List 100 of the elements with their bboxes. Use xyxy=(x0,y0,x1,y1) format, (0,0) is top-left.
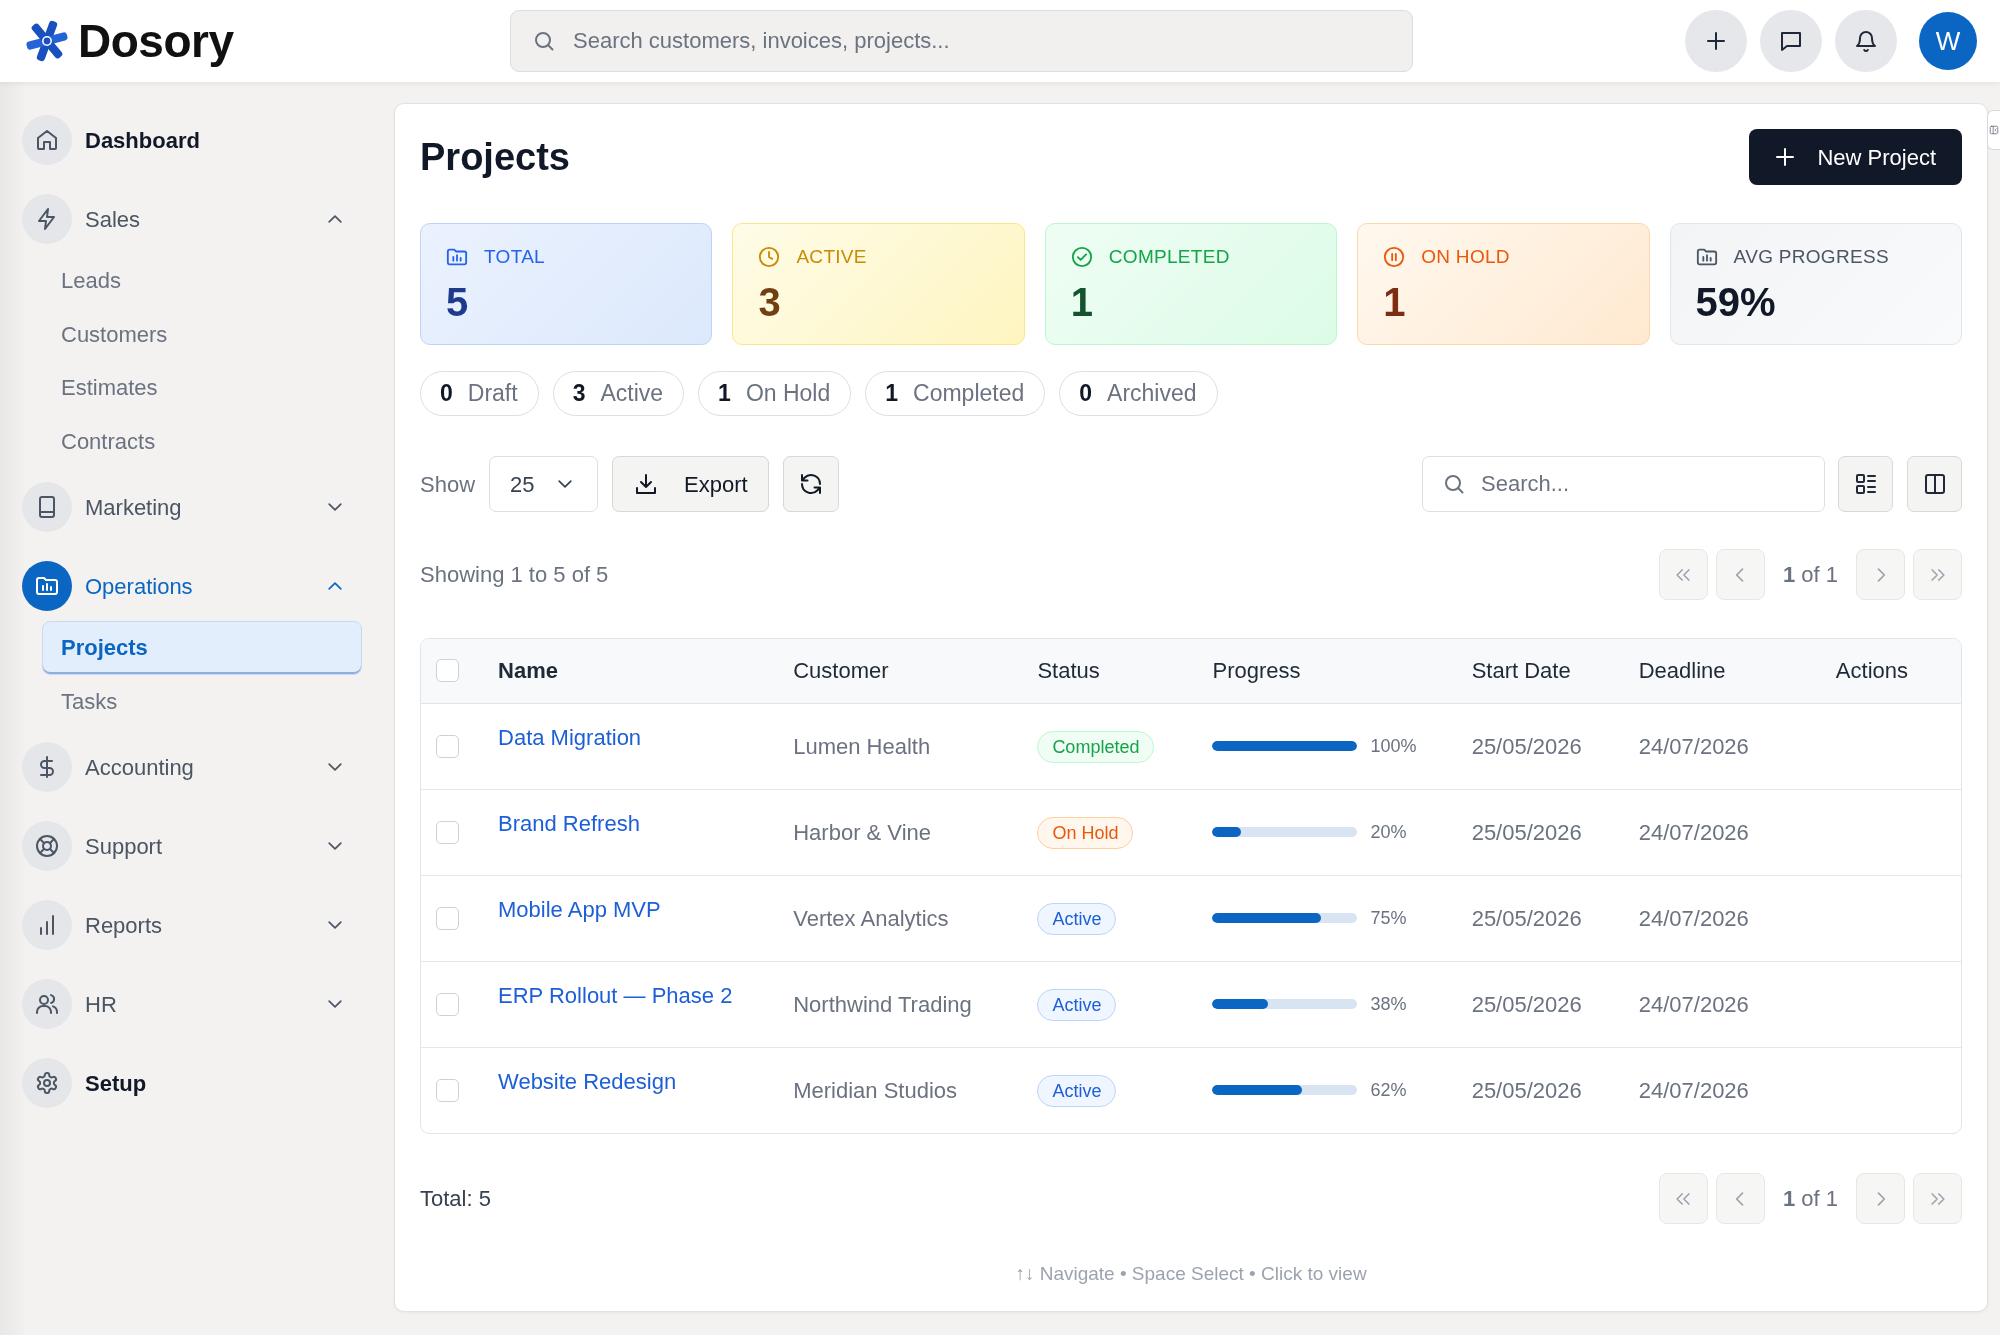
sidebar-subitem[interactable]: Contracts xyxy=(42,414,362,468)
column-header[interactable]: Deadline xyxy=(1623,639,1821,703)
search-icon xyxy=(1442,472,1466,496)
sidebar-item[interactable]: Support xyxy=(22,815,350,877)
table-cell: 24/07/2026 xyxy=(1623,961,1821,1047)
stat-label: AVG PROGRESS xyxy=(1733,246,1889,268)
sidebar-item[interactable]: Setup xyxy=(22,1052,350,1114)
table-cell: 24/07/2026 xyxy=(1623,789,1821,875)
column-header[interactable]: Start Date xyxy=(1456,639,1624,703)
sidebar-item[interactable]: Operations xyxy=(22,555,350,617)
stat-label: ON HOLD xyxy=(1421,246,1510,268)
chat-icon xyxy=(1779,29,1803,53)
sidebar-subitem[interactable]: Tasks xyxy=(42,674,362,728)
stat-label: COMPLETED xyxy=(1108,246,1230,268)
search-icon xyxy=(532,29,556,53)
progress-value: 20% xyxy=(1370,820,1407,844)
table-cell: 24/07/2026 xyxy=(1623,703,1821,789)
new-project-button[interactable]: New Project xyxy=(1749,129,1962,185)
dollar-icon xyxy=(22,742,72,792)
columns-icon xyxy=(1922,472,1947,496)
bar-chart-icon xyxy=(22,900,72,950)
table-cell: Harbor & Vine xyxy=(778,789,1023,875)
row-checkbox[interactable] xyxy=(436,1078,459,1102)
search-field[interactable]: Search customers, invoices, projects... xyxy=(510,10,1413,72)
sidebar-item[interactable]: Marketing xyxy=(22,476,350,538)
book-icon xyxy=(22,482,72,532)
progress-value: 75% xyxy=(1370,906,1407,930)
stat-value: 5 xyxy=(446,280,469,324)
table-cell: Northwind Trading xyxy=(778,961,1023,1047)
avatar-button[interactable]: W xyxy=(1919,12,1977,70)
sidebar-subitem[interactable]: Leads xyxy=(42,254,362,308)
status-badge: On Hold xyxy=(1037,817,1134,849)
page-size-select[interactable]: 25 xyxy=(489,456,599,512)
stat-label: ACTIVE xyxy=(796,246,867,268)
project-link[interactable]: Website Redesign xyxy=(498,1068,677,1094)
filter-chip[interactable]: 0 Draft xyxy=(420,371,539,416)
total-label: Total: 5 xyxy=(420,1185,491,1213)
sidebar-item[interactable]: Dashboard xyxy=(22,109,350,171)
table-cell: Vertex Analytics xyxy=(778,875,1023,961)
project-link[interactable]: Data Migration xyxy=(498,724,642,750)
clock-icon xyxy=(758,246,781,268)
columns-button[interactable] xyxy=(1907,456,1962,512)
filter-chip[interactable]: 3 Active xyxy=(552,371,685,416)
lifebuoy-icon xyxy=(22,821,72,871)
project-link[interactable]: ERP Rollout — Phase 2 xyxy=(498,982,733,1008)
row-checkbox[interactable] xyxy=(436,992,459,1016)
sidebar-subitem[interactable]: Estimates xyxy=(42,361,362,415)
refresh-icon xyxy=(798,472,823,496)
column-header[interactable]: Actions xyxy=(1820,639,1961,703)
filter-chip[interactable]: 1 On Hold xyxy=(698,371,852,416)
table-cell: 25/05/2026 xyxy=(1456,875,1624,961)
list-view-button[interactable] xyxy=(1838,456,1893,512)
sidebar-subitem[interactable]: Projects xyxy=(42,621,362,675)
bell-icon xyxy=(1854,29,1878,53)
filter-chip[interactable]: 1 Completed xyxy=(865,371,1046,416)
table-cell: 25/05/2026 xyxy=(1456,1047,1624,1133)
stat-value: 59% xyxy=(1695,280,1776,324)
project-link[interactable]: Mobile App MVP xyxy=(498,896,661,922)
progress-value: 62% xyxy=(1370,1078,1407,1102)
sidebar-item[interactable]: Reports xyxy=(22,894,350,956)
sidebar-item[interactable]: Sales xyxy=(22,188,350,250)
row-checkbox[interactable] xyxy=(436,734,459,758)
sidebar-item[interactable]: Accounting xyxy=(22,736,350,798)
export-button[interactable]: Export xyxy=(612,456,769,512)
table-cell: 25/05/2026 xyxy=(1456,961,1624,1047)
list-view-icon xyxy=(1853,472,1878,496)
folder-chart-icon xyxy=(1695,246,1718,268)
column-header[interactable]: Name xyxy=(483,639,779,703)
stat-label: TOTAL xyxy=(484,246,545,268)
plus-icon xyxy=(1704,29,1728,53)
show-label: Show xyxy=(420,470,476,499)
column-header[interactable]: Status xyxy=(1022,639,1198,703)
pause-circle-icon xyxy=(1383,246,1406,268)
progress-value: 100% xyxy=(1370,734,1417,758)
status-badge: Active xyxy=(1037,1075,1117,1108)
column-header[interactable]: Progress xyxy=(1197,639,1457,703)
panel-toggle-icon[interactable] xyxy=(1987,110,2000,150)
search-field[interactable]: Search... xyxy=(1422,456,1825,512)
keyboard-hint: ↑↓ Navigate • Space Select • Click to view xyxy=(1015,1263,1367,1284)
stat-value: 1 xyxy=(1383,280,1406,324)
settings-icon xyxy=(22,1058,72,1108)
refresh-button[interactable] xyxy=(782,456,839,512)
table-cell: 24/07/2026 xyxy=(1623,875,1821,961)
table-cell: 25/05/2026 xyxy=(1456,703,1624,789)
project-link[interactable]: Brand Refresh xyxy=(498,810,640,836)
status-badge: Active xyxy=(1037,903,1117,935)
sidebar-subitem[interactable]: Customers xyxy=(42,307,362,361)
results-summary: Showing 1 to 5 of 5 xyxy=(420,561,609,589)
row-checkbox[interactable] xyxy=(436,820,459,844)
row-checkbox[interactable] xyxy=(436,906,459,930)
users-icon xyxy=(22,979,72,1029)
filter-chip[interactable]: 0 Archived xyxy=(1059,371,1218,416)
page-title: Projects xyxy=(420,138,570,176)
select-all-checkbox[interactable] xyxy=(436,659,459,683)
status-badge: Completed xyxy=(1037,731,1155,763)
table-cell: 24/07/2026 xyxy=(1623,1047,1821,1133)
folder-chart-icon xyxy=(22,561,72,611)
column-header[interactable]: Customer xyxy=(778,639,1023,703)
sidebar-item[interactable]: HR xyxy=(22,973,350,1035)
progress-value: 38% xyxy=(1370,992,1407,1016)
